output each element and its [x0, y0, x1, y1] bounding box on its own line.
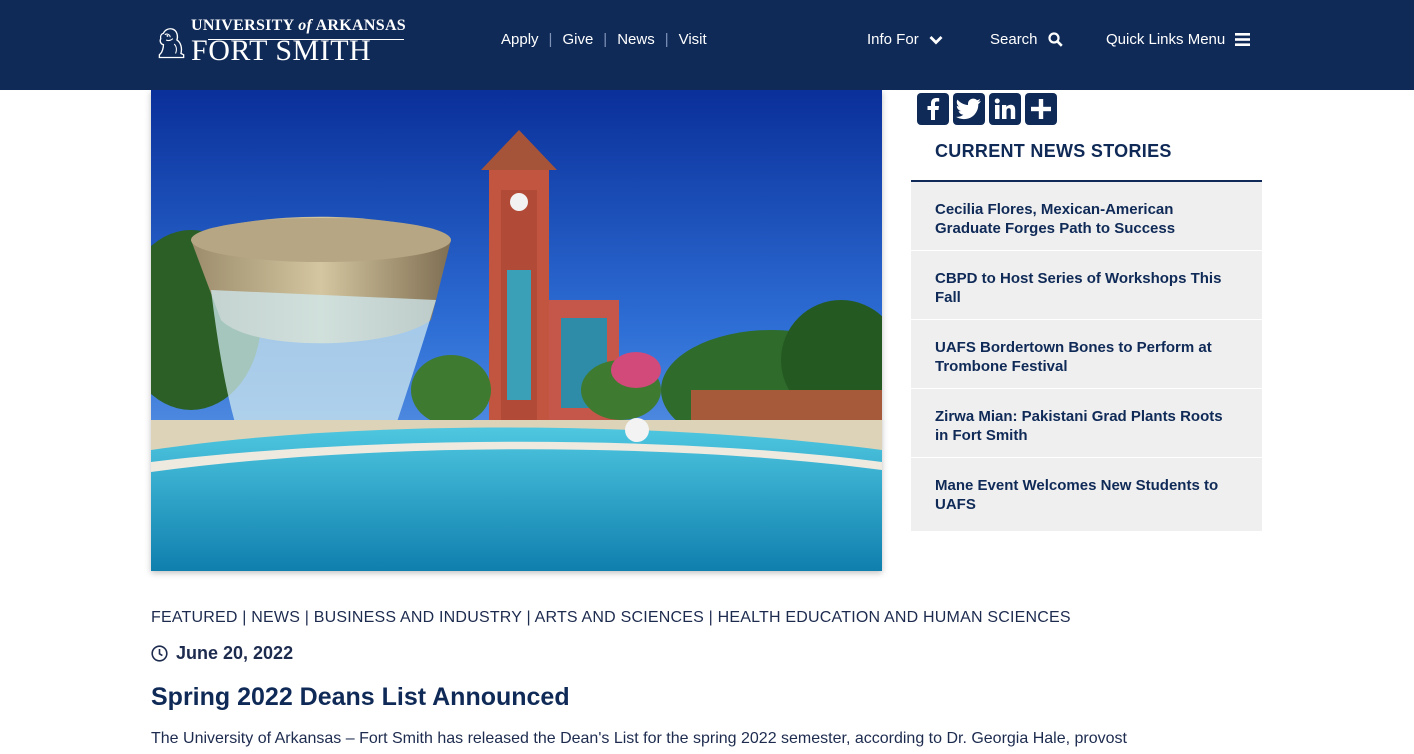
share-toolbar: [917, 93, 1057, 125]
article-date: June 20, 2022: [151, 643, 293, 664]
more-share-button[interactable]: [1025, 93, 1057, 125]
news-story-item[interactable]: Zirwa Mian: Pakistani Grad Plants Roots …: [911, 389, 1262, 458]
nav-visit[interactable]: Visit: [679, 31, 707, 48]
news-story-link[interactable]: UAFS Bordertown Bones to Perform at Trom…: [935, 338, 1238, 376]
hamburger-menu-icon: [1235, 33, 1251, 46]
nav-apply[interactable]: Apply: [501, 31, 539, 48]
quick-links-menu-button[interactable]: Quick Links Menu: [1106, 31, 1251, 48]
logo-wordmark: UNIVERSITY of ARKANSAS FORT SMITH: [191, 18, 406, 66]
search-button[interactable]: Search: [990, 31, 1063, 48]
news-story-link[interactable]: Cecilia Flores, Mexican-American Graduat…: [935, 200, 1238, 238]
nav-news[interactable]: News: [617, 31, 655, 48]
news-story-link[interactable]: Mane Event Welcomes New Students to UAFS: [935, 476, 1238, 514]
top-nav: Apply | Give | News | Visit: [501, 31, 707, 48]
search-icon: [1047, 32, 1063, 47]
search-label: Search: [990, 31, 1038, 48]
article-date-text: June 20, 2022: [176, 643, 294, 663]
article-body: The University of Arkansas – Fort Smith …: [151, 730, 1127, 747]
logo-line-1: UNIVERSITY of ARKANSAS: [191, 17, 406, 34]
facebook-icon: [927, 98, 940, 120]
news-story-item[interactable]: Cecilia Flores, Mexican-American Graduat…: [911, 182, 1262, 251]
logo-divider: [208, 39, 404, 40]
article-categories: FEATURED | NEWS | BUSINESS AND INDUSTRY …: [151, 609, 1071, 626]
news-story-item[interactable]: Mane Event Welcomes New Students to UAFS: [911, 458, 1262, 527]
sidebar-title: CURRENT NEWS STORIES: [935, 141, 1172, 161]
facebook-share-button[interactable]: [917, 93, 949, 125]
logo-line-2: FORT SMITH: [191, 34, 372, 67]
clock-icon: [151, 645, 168, 662]
current-news-list: Cecilia Flores, Mexican-American Graduat…: [911, 180, 1262, 531]
nav-separator: |: [603, 31, 608, 48]
twitter-icon: [956, 98, 981, 120]
linkedin-share-button[interactable]: [989, 93, 1021, 125]
chevron-down-icon: [929, 35, 943, 44]
news-story-link[interactable]: CBPD to Host Series of Workshops This Fa…: [935, 269, 1238, 307]
news-story-item[interactable]: CBPD to Host Series of Workshops This Fa…: [911, 251, 1262, 320]
linkedin-icon: [994, 98, 1016, 119]
site-header: UNIVERSITY of ARKANSAS FORT SMITH Apply …: [0, 0, 1414, 90]
twitter-share-button[interactable]: [953, 93, 985, 125]
nav-separator: |: [664, 31, 669, 48]
hero-campus-image: [151, 90, 882, 571]
share-icon: [1031, 99, 1051, 119]
news-story-link[interactable]: Zirwa Mian: Pakistani Grad Plants Roots …: [935, 407, 1238, 445]
info-for-dropdown[interactable]: Info For: [867, 31, 943, 48]
news-story-item[interactable]: UAFS Bordertown Bones to Perform at Trom…: [911, 320, 1262, 389]
uafs-logo[interactable]: UNIVERSITY of ARKANSAS FORT SMITH: [154, 14, 406, 70]
info-for-label: Info For: [867, 31, 919, 48]
nav-separator: |: [548, 31, 553, 48]
quick-links-label: Quick Links Menu: [1106, 31, 1226, 48]
lion-logo-icon: [158, 28, 185, 59]
article-title: Spring 2022 Deans List Announced: [151, 683, 570, 711]
nav-give[interactable]: Give: [562, 31, 593, 48]
